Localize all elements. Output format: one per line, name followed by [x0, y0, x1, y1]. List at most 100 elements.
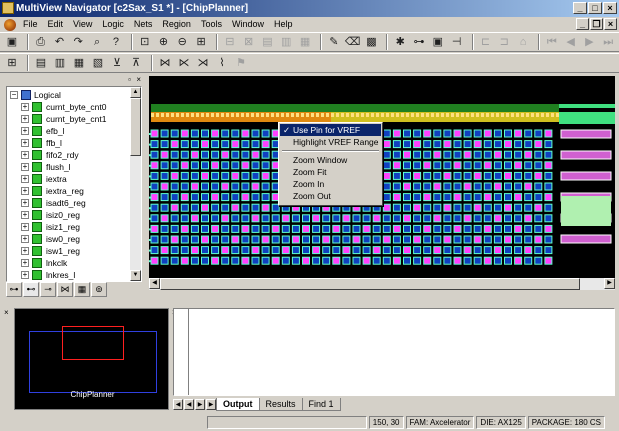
find-icon[interactable]: ⌕	[89, 34, 105, 50]
print-icon[interactable]: ⎙	[33, 34, 49, 50]
palette-icon[interactable]: ▩	[364, 34, 380, 50]
tab-last-icon[interactable]: ▶	[206, 398, 216, 410]
tab-hierarchy[interactable]: ⊶	[6, 282, 22, 297]
net-icon[interactable]: ⋈	[157, 55, 173, 71]
menu-file[interactable]: File	[18, 17, 43, 32]
expand-icon[interactable]: +	[21, 235, 29, 243]
menu-help[interactable]: Help	[269, 17, 298, 32]
menu-view[interactable]: View	[68, 17, 97, 32]
expand-icon[interactable]: +	[21, 139, 29, 147]
menu-highlight-vref-range[interactable]: Highlight VREF Range	[280, 136, 381, 148]
menu-window[interactable]: Window	[227, 17, 269, 32]
first-icon[interactable]: ⏮	[544, 34, 560, 50]
expand-icon[interactable]: +	[21, 163, 29, 171]
tab-macros[interactable]: ▦	[74, 282, 90, 297]
canvas-hscrollbar[interactable]: ◀ ▶	[149, 278, 615, 290]
document-icon[interactable]	[4, 18, 16, 31]
chip-icon[interactable]: ▣	[430, 34, 446, 50]
forward-icon[interactable]: ⊐	[496, 34, 512, 50]
save-icon[interactable]: ▣	[4, 34, 20, 50]
flag-icon[interactable]: ⚑	[233, 55, 249, 71]
cross-icon[interactable]: ⋊	[195, 55, 211, 71]
filter-icon[interactable]: ⊻	[109, 55, 125, 71]
maximize-button[interactable]: □	[588, 2, 602, 14]
expand-icon[interactable]: +	[21, 151, 29, 159]
unassign-icon[interactable]: ⊠	[241, 34, 257, 50]
menu-nets[interactable]: Nets	[129, 17, 158, 32]
tab-results[interactable]: Results	[258, 397, 303, 411]
undo-icon[interactable]: ↶	[52, 34, 68, 50]
zoom-out-icon[interactable]: ⊖	[174, 34, 190, 50]
home-icon[interactable]: ⌂	[515, 34, 531, 50]
doc-minimize-button[interactable]: _	[576, 18, 589, 30]
new-item-icon[interactable]: ⊞	[4, 55, 20, 71]
tab-nets[interactable]: ⋈	[57, 282, 73, 297]
expand-icon[interactable]: +	[21, 103, 29, 111]
expand-icon[interactable]: +	[21, 115, 29, 123]
tab-prev-icon[interactable]: ◀	[184, 398, 194, 410]
next-icon[interactable]: ▶	[582, 34, 598, 50]
menu-logic[interactable]: Logic	[97, 17, 129, 32]
lock-icon[interactable]: ▤	[260, 34, 276, 50]
back-icon[interactable]: ⊏	[478, 34, 494, 50]
expand-icon[interactable]: +	[21, 199, 29, 207]
eraser-icon[interactable]: ⌫	[345, 34, 361, 50]
minimize-button[interactable]: _	[573, 2, 587, 14]
assign-icon[interactable]: ⊟	[222, 34, 238, 50]
collapse-icon[interactable]: ▥	[52, 55, 68, 71]
scroll-down-icon[interactable]: ▼	[130, 270, 141, 281]
sort-icon[interactable]: ⊼	[128, 55, 144, 71]
scroll-right-icon[interactable]: ▶	[604, 278, 615, 289]
tree-view-icon[interactable]: ⊶	[411, 34, 427, 50]
expand-icon[interactable]: ▤	[33, 55, 49, 71]
route-icon[interactable]: ⌇	[214, 55, 230, 71]
expand-icon[interactable]: +	[21, 271, 29, 279]
canvas-hscroll-thumb[interactable]	[160, 278, 580, 290]
pen-icon[interactable]: ✎	[326, 34, 342, 50]
menu-zoom-out[interactable]: Zoom Out	[280, 190, 381, 202]
menu-zoom-window[interactable]: Zoom Window	[280, 154, 381, 166]
zoom-window-icon[interactable]: ⊡	[137, 34, 153, 50]
commit-icon[interactable]: ▦	[297, 34, 313, 50]
zoom-in-icon[interactable]: ⊕	[156, 34, 172, 50]
doc-restore-button[interactable]: ❐	[590, 18, 603, 30]
viewport-rectangle[interactable]	[62, 326, 124, 360]
panel-pin-icon[interactable]: ▫	[128, 75, 131, 84]
expand-icon[interactable]: +	[21, 175, 29, 183]
tab-regions[interactable]: ⊚	[91, 282, 107, 297]
ungroup-icon[interactable]: ▧	[90, 55, 106, 71]
expand-icon[interactable]: +	[21, 247, 29, 255]
menu-region[interactable]: Region	[157, 17, 196, 32]
expand-icon[interactable]: +	[21, 223, 29, 231]
scroll-up-icon[interactable]: ▲	[130, 87, 141, 98]
output-text-area[interactable]	[173, 308, 615, 396]
settings-icon[interactable]: ✱	[392, 34, 408, 50]
tab-ports[interactable]: ⊸	[40, 282, 56, 297]
tab-output[interactable]: Output	[216, 397, 260, 411]
tab-first-icon[interactable]: ◀	[173, 398, 183, 410]
panel-close-icon[interactable]: ×	[4, 308, 9, 317]
panel-close-icon[interactable]: ×	[136, 75, 141, 84]
unlock-icon[interactable]: ▥	[278, 34, 294, 50]
tab-find-1[interactable]: Find 1	[301, 397, 341, 411]
expand-icon[interactable]: +	[21, 211, 29, 219]
close-button[interactable]: ×	[603, 2, 617, 14]
redo-icon[interactable]: ↷	[70, 34, 86, 50]
menu-zoom-in[interactable]: Zoom In	[280, 178, 381, 190]
menu-use-pin-for-vref[interactable]: ✓ Use Pin for VREF	[280, 124, 381, 136]
previous-icon[interactable]: ◀	[563, 34, 579, 50]
menu-edit[interactable]: Edit	[43, 17, 69, 32]
overview-map[interactable]: ChipPlanner	[14, 308, 169, 410]
bus-icon[interactable]: ⋉	[176, 55, 192, 71]
collapse-icon[interactable]: −	[10, 91, 18, 99]
expand-icon[interactable]: +	[21, 259, 29, 267]
tab-next-icon[interactable]: ▶	[195, 398, 205, 410]
scroll-left-icon[interactable]: ◀	[149, 278, 160, 289]
group-icon[interactable]: ▦	[71, 55, 87, 71]
menu-zoom-fit[interactable]: Zoom Fit	[280, 166, 381, 178]
help-icon[interactable]: ?	[108, 34, 124, 50]
tab-logical[interactable]: ⊷	[23, 282, 39, 297]
pin-icon[interactable]: ⊣	[449, 34, 465, 50]
expand-icon[interactable]: +	[21, 187, 29, 195]
scroll-thumb[interactable]	[130, 98, 141, 156]
